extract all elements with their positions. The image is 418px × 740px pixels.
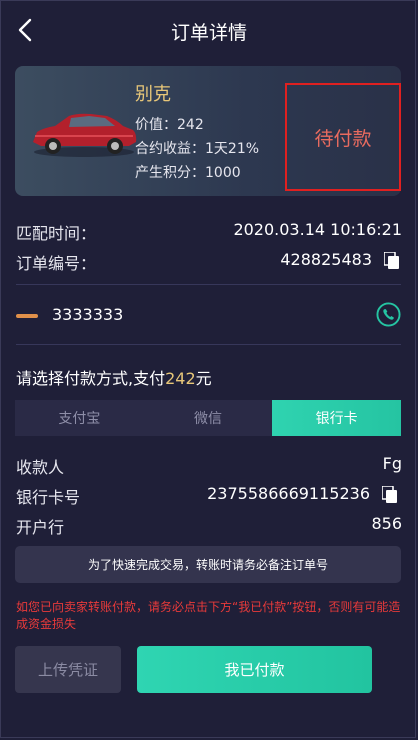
tab-wechat[interactable]: 微信 <box>144 400 273 436</box>
divider <box>16 344 401 345</box>
contact-dash-icon <box>16 314 38 318</box>
warning-text: 如您已向卖家转账付款，请务必点击下方“我已付款”按钮，否则有可能造成资金损失 <box>16 600 401 631</box>
product-yield: 合约收益：1天21% <box>135 141 260 157</box>
order-number-value: 428825483 <box>280 250 372 269</box>
payment-amount: 242 <box>165 369 196 388</box>
payment-prompt-prefix: 请选择付款方式,支付 <box>16 369 166 388</box>
status-badge: 待付款 <box>285 83 401 191</box>
order-number-label: 订单编号： <box>16 254 97 273</box>
upload-proof-button[interactable]: 上传凭证 <box>15 646 121 693</box>
card-number-label: 银行卡号 <box>16 488 81 507</box>
copy-order-number-icon[interactable] <box>384 252 400 270</box>
product-name: 别克 <box>135 84 171 105</box>
car-image <box>33 113 137 157</box>
page-title: 订单详情 <box>170 22 247 44</box>
product-value: 价值：242 <box>135 117 204 133</box>
match-time-label: 匹配时间： <box>16 224 97 243</box>
product-points: 产生积分：1000 <box>135 165 241 181</box>
match-time-value: 2020.03.14 10:16:21 <box>233 220 402 239</box>
copy-card-number-icon[interactable] <box>382 486 398 504</box>
tab-alipay[interactable]: 支付宝 <box>15 400 144 436</box>
payment-prompt: 请选择付款方式,支付242元 <box>16 365 212 389</box>
card-number-value: 2375586669115236 <box>207 484 370 503</box>
transfer-notice: 为了快速完成交易，转账时请务必备注订单号 <box>15 546 401 583</box>
product-card: 别克 价值：242 合约收益：1天21% 产生积分：1000 待付款 <box>15 66 401 196</box>
payee-label: 收款人 <box>16 458 65 477</box>
paid-button[interactable]: 我已付款 <box>137 646 372 693</box>
payee-value: Fg <box>382 454 402 473</box>
tab-bank-card[interactable]: 银行卡 <box>272 400 402 436</box>
phone-call-icon[interactable] <box>376 302 401 327</box>
header: 订单详情 <box>0 0 418 60</box>
divider <box>16 284 401 285</box>
bank-label: 开户行 <box>16 518 65 537</box>
payment-prompt-suffix: 元 <box>195 369 212 388</box>
contact-phone: 3333333 <box>52 305 124 324</box>
bank-value: 856 <box>371 514 402 533</box>
payment-method-tabs: 支付宝 微信 银行卡 <box>15 400 402 436</box>
